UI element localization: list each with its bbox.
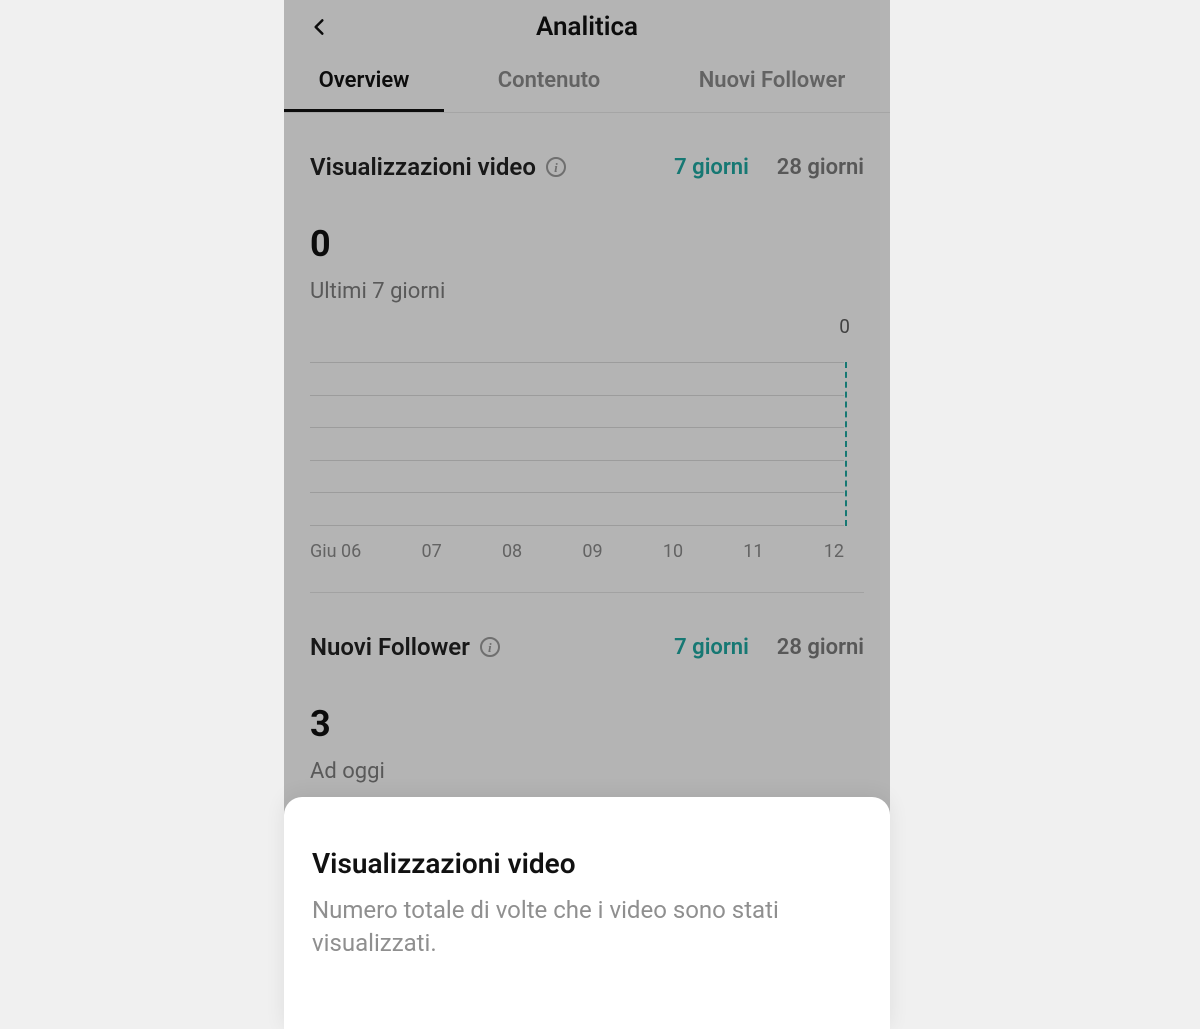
xaxis-tick: 12 [824, 541, 844, 562]
video-views-chart: 0 Giu 06070809101112 [310, 342, 864, 562]
gridline [310, 525, 844, 526]
tab-overview[interactable]: Overview [284, 54, 444, 112]
followers-title: Nuovi Follower [310, 633, 470, 661]
gridline [310, 492, 844, 493]
xaxis-tick: 09 [582, 541, 602, 562]
section-title-wrap: Nuovi Follower i [310, 633, 500, 661]
app-screen: Analitica Overview Contenuto Nuovi Follo… [284, 0, 890, 1029]
xaxis-tick: 11 [743, 541, 763, 562]
chart-grid [310, 362, 844, 526]
chart-marker [845, 362, 847, 526]
sheet-body: Numero totale di volte che i video sono … [312, 894, 862, 959]
section-title-wrap: Visualizzazioni video i [310, 153, 566, 181]
xaxis-tick: 10 [663, 541, 683, 562]
gridline [310, 460, 844, 461]
section-followers: Nuovi Follower i 7 giorni 28 giorni 3 Ad… [284, 633, 890, 784]
xaxis-tick: 07 [421, 541, 441, 562]
range-selector: 7 giorni 28 giorni [674, 155, 864, 180]
gridline [310, 395, 844, 396]
sheet-title: Visualizzazioni video [312, 847, 862, 880]
chart-marker-label: 0 [839, 315, 850, 338]
followers-value: 3 [310, 703, 864, 745]
tab-nuovi-follower[interactable]: Nuovi Follower [654, 54, 890, 112]
info-icon[interactable]: i [546, 157, 566, 177]
range-7-days[interactable]: 7 giorni [674, 635, 749, 660]
video-views-value: 0 [310, 223, 864, 265]
range-28-days[interactable]: 28 giorni [777, 155, 864, 180]
xaxis-tick: 08 [502, 541, 522, 562]
range-selector: 7 giorni 28 giorni [674, 635, 864, 660]
section-head: Visualizzazioni video i 7 giorni 28 gior… [310, 153, 864, 181]
video-views-title: Visualizzazioni video [310, 153, 536, 181]
gridline [310, 427, 844, 428]
section-video-views: Visualizzazioni video i 7 giorni 28 gior… [284, 153, 890, 562]
chart-xaxis: Giu 06 07 08 09 10 11 12 [310, 541, 844, 562]
range-7-days[interactable]: 7 giorni [674, 155, 749, 180]
followers-sub: Ad oggi [310, 759, 864, 784]
range-28-days[interactable]: 28 giorni [777, 635, 864, 660]
page-title: Analitica [536, 12, 638, 42]
section-head: Nuovi Follower i 7 giorni 28 giorni [310, 633, 864, 661]
section-divider [310, 592, 864, 593]
chevron-left-icon [309, 13, 329, 41]
video-views-sub: Ultimi 7 giorni [310, 279, 864, 304]
tabs: Overview Contenuto Nuovi Follower [284, 54, 890, 113]
info-sheet[interactable]: Visualizzazioni video Numero totale di v… [284, 797, 890, 1029]
tab-contenuto[interactable]: Contenuto [444, 54, 654, 112]
header: Analitica [284, 0, 890, 54]
gridline [310, 362, 844, 363]
info-icon[interactable]: i [480, 637, 500, 657]
xaxis-tick: Giu 06 [310, 541, 361, 562]
back-button[interactable] [304, 12, 334, 42]
